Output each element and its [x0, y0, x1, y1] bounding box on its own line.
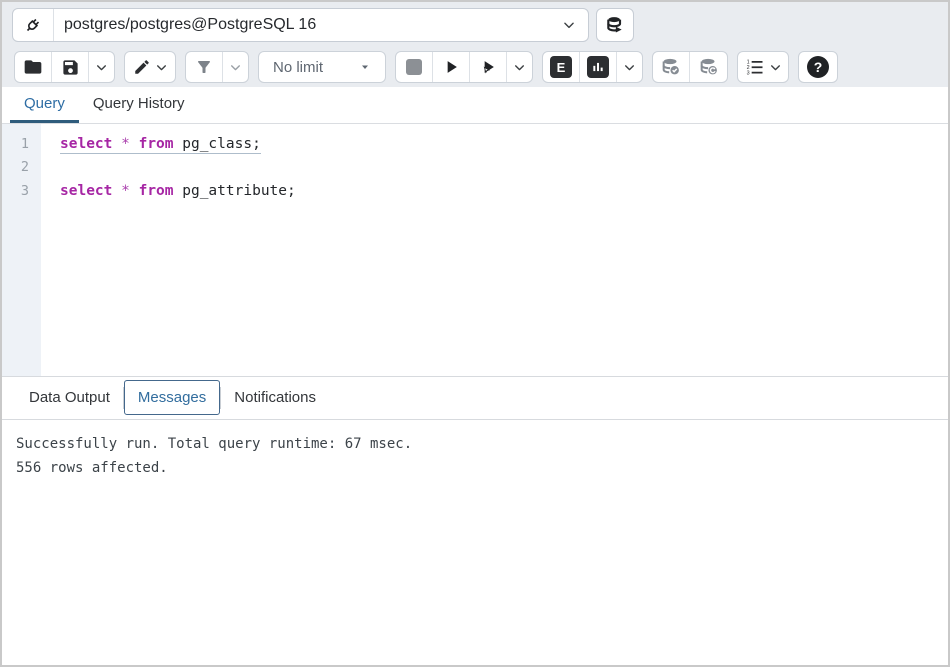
tab-query-label: Query: [24, 95, 65, 112]
output-tabbar: Data Output Messages Notifications: [2, 377, 948, 420]
messages-panel: Successfully run. Total query runtime: 6…: [2, 420, 948, 665]
connection-bar: postgres/postgres@PostgreSQL 16: [2, 2, 948, 47]
help-button[interactable]: ?: [798, 51, 838, 83]
chevron-down-icon: [155, 61, 168, 74]
sql-text: pg_class;: [174, 136, 261, 152]
sql-text: [130, 183, 139, 199]
chevron-down-icon: [562, 18, 576, 32]
new-connection-button[interactable]: [596, 8, 634, 42]
tab-query-history-label: Query History: [93, 95, 185, 112]
tab-notifications[interactable]: Notifications: [221, 381, 329, 414]
sql-keyword: select: [60, 136, 112, 152]
tab-data-output-label: Data Output: [29, 389, 110, 406]
execute-button-group: [395, 51, 533, 83]
stop-button[interactable]: [396, 52, 433, 82]
query-tool-window: postgres/postgres@PostgreSQL 16: [0, 0, 950, 667]
filter-button[interactable]: [186, 52, 223, 82]
row-limit-value: No limit: [273, 59, 323, 76]
sql-text: [130, 136, 139, 152]
tab-query-history[interactable]: Query History: [79, 87, 199, 123]
explain-analyze-chart-icon: [587, 56, 609, 78]
macro-menu-button[interactable]: 1 2 3: [738, 52, 788, 82]
pencil-icon: [133, 58, 151, 76]
code-area[interactable]: select * from pg_class; select * from pg…: [41, 124, 948, 376]
sql-keyword: from: [139, 136, 174, 152]
sql-text: [112, 183, 121, 199]
line-number-gutter: 1 2 3: [2, 124, 41, 376]
editor-tabbar: Query Query History: [2, 87, 948, 124]
line-number: 3: [2, 180, 41, 203]
explain-button[interactable]: E: [543, 52, 580, 82]
execute-menu-button[interactable]: [507, 52, 532, 82]
tab-query[interactable]: Query: [10, 87, 79, 123]
save-button[interactable]: [52, 52, 89, 82]
chevron-down-icon: [623, 61, 636, 74]
ordered-list-icon: 1 2 3: [745, 57, 765, 77]
sql-keyword: from: [139, 183, 174, 199]
filter-button-group: [185, 51, 249, 83]
database-arrow-icon: [605, 15, 625, 35]
line-number: 2: [2, 156, 41, 179]
filter-menu-button[interactable]: [223, 52, 248, 82]
connection-label: postgres/postgres@PostgreSQL 16: [64, 16, 562, 34]
sql-operator: *: [121, 136, 130, 152]
execute-to-cursor-button[interactable]: [470, 52, 507, 82]
connection-status-box: [13, 9, 54, 41]
help-icon: ?: [807, 56, 829, 78]
plug-icon: [22, 14, 44, 36]
stop-icon: [406, 59, 422, 75]
edit-button-group: [124, 51, 176, 83]
sql-text: [112, 136, 121, 152]
svg-text:3: 3: [746, 71, 749, 77]
transaction-button-group: [652, 51, 728, 83]
open-file-button[interactable]: [15, 52, 52, 82]
tab-messages[interactable]: Messages: [124, 380, 220, 415]
explain-menu-button[interactable]: [617, 52, 642, 82]
sql-editor[interactable]: 1 2 3 select * from pg_class; select * f…: [2, 124, 948, 376]
code-line-3: select * from pg_attribute;: [60, 180, 948, 203]
code-line-2: [60, 156, 948, 179]
explain-button-group: E: [542, 51, 643, 83]
sql-operator: *: [121, 183, 130, 199]
caret-down-icon: [359, 61, 371, 73]
row-limit-select[interactable]: No limit: [258, 51, 386, 83]
message-line: Successfully run. Total query runtime: 6…: [16, 432, 934, 456]
explain-analyze-button[interactable]: [580, 52, 617, 82]
line-number: 1: [2, 133, 41, 156]
code-line-1: select * from pg_class;: [60, 133, 948, 156]
connection-selector[interactable]: postgres/postgres@PostgreSQL 16: [54, 9, 588, 41]
macro-button-group: 1 2 3: [737, 51, 789, 83]
commit-button[interactable]: [653, 52, 690, 82]
database-rollback-icon: [698, 56, 720, 78]
database-commit-icon: [660, 56, 682, 78]
chevron-down-icon: [229, 61, 242, 74]
tab-notifications-label: Notifications: [234, 389, 316, 406]
message-line: 556 rows affected.: [16, 456, 934, 480]
save-menu-button[interactable]: [89, 52, 114, 82]
file-button-group: [14, 51, 115, 83]
sql-keyword: select: [60, 183, 112, 199]
chevron-down-icon: [769, 61, 782, 74]
rollback-button[interactable]: [690, 52, 727, 82]
play-cursor-icon: [478, 57, 498, 77]
folder-icon: [23, 57, 43, 77]
sql-text: pg_attribute;: [174, 183, 296, 199]
execute-button[interactable]: [433, 52, 470, 82]
tab-data-output[interactable]: Data Output: [16, 381, 123, 414]
tab-messages-label: Messages: [138, 389, 206, 406]
explain-icon: E: [550, 56, 572, 78]
chevron-down-icon: [513, 61, 526, 74]
chevron-down-icon: [95, 61, 108, 74]
filter-icon: [195, 58, 213, 76]
play-icon: [441, 57, 461, 77]
edit-menu-button[interactable]: [125, 52, 175, 82]
save-icon: [61, 58, 80, 77]
connection-group: postgres/postgres@PostgreSQL 16: [12, 8, 589, 42]
toolbar: No limit: [2, 47, 948, 87]
